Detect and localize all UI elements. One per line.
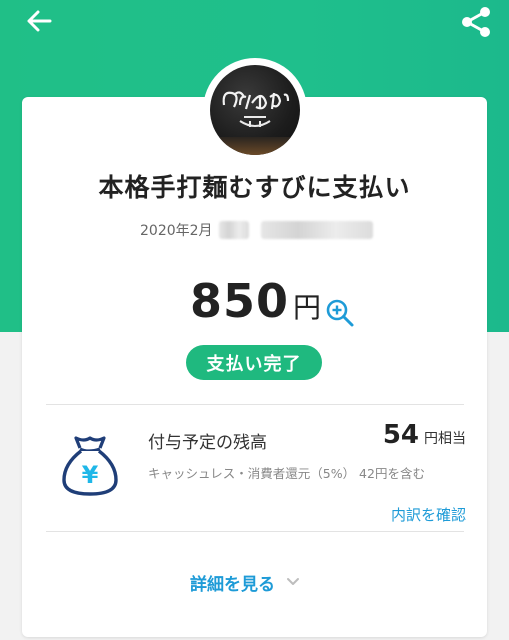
logo-base [210, 137, 300, 155]
divider-top [46, 404, 464, 405]
points-value: 54 [382, 420, 419, 450]
arrow-left-icon [27, 10, 52, 32]
points-unit: 円相当 [424, 431, 466, 447]
back-button[interactable] [22, 6, 56, 36]
chevron-down-icon-wrap [285, 574, 301, 590]
status-badge: 支払い完了 [186, 345, 322, 380]
money-bag-yen-icon: ¥ [62, 436, 118, 496]
chevron-down-icon [287, 578, 299, 585]
share-icon [462, 7, 490, 37]
zoom-button[interactable] [323, 296, 357, 330]
redacted-date-part [218, 221, 249, 239]
payment-amount: 850 円 [190, 274, 321, 330]
cashless-rebate-note: キャッシュレス・消費者還元（5%） 42円を含む [148, 466, 425, 481]
redacted-time-part [260, 221, 373, 239]
breakdown-link[interactable]: 内訳を確認 [376, 504, 466, 525]
details-button[interactable]: 詳細を見る [190, 569, 301, 595]
merchant-name: 本格手打麺むすびに支払い [98, 173, 411, 202]
details-label: 詳細を見る [190, 574, 275, 595]
amount-value: 850 [190, 274, 290, 328]
money-bag-icon-wrap: ¥ [58, 432, 122, 500]
divider-bottom [46, 531, 464, 532]
amount-unit: 円 [293, 291, 322, 324]
payment-date-row: 2020年2月 [140, 218, 373, 242]
share-button[interactable] [456, 4, 496, 40]
payment-date: 2020年2月 [140, 223, 213, 239]
merchant-avatar [203, 58, 307, 162]
points-amount: 54 円相当 [360, 420, 466, 450]
points-title: 付与予定の残高 [148, 433, 267, 453]
merchant-logo [210, 65, 300, 155]
yen-symbol: ¥ [82, 461, 99, 489]
zoom-in-icon [326, 299, 354, 327]
